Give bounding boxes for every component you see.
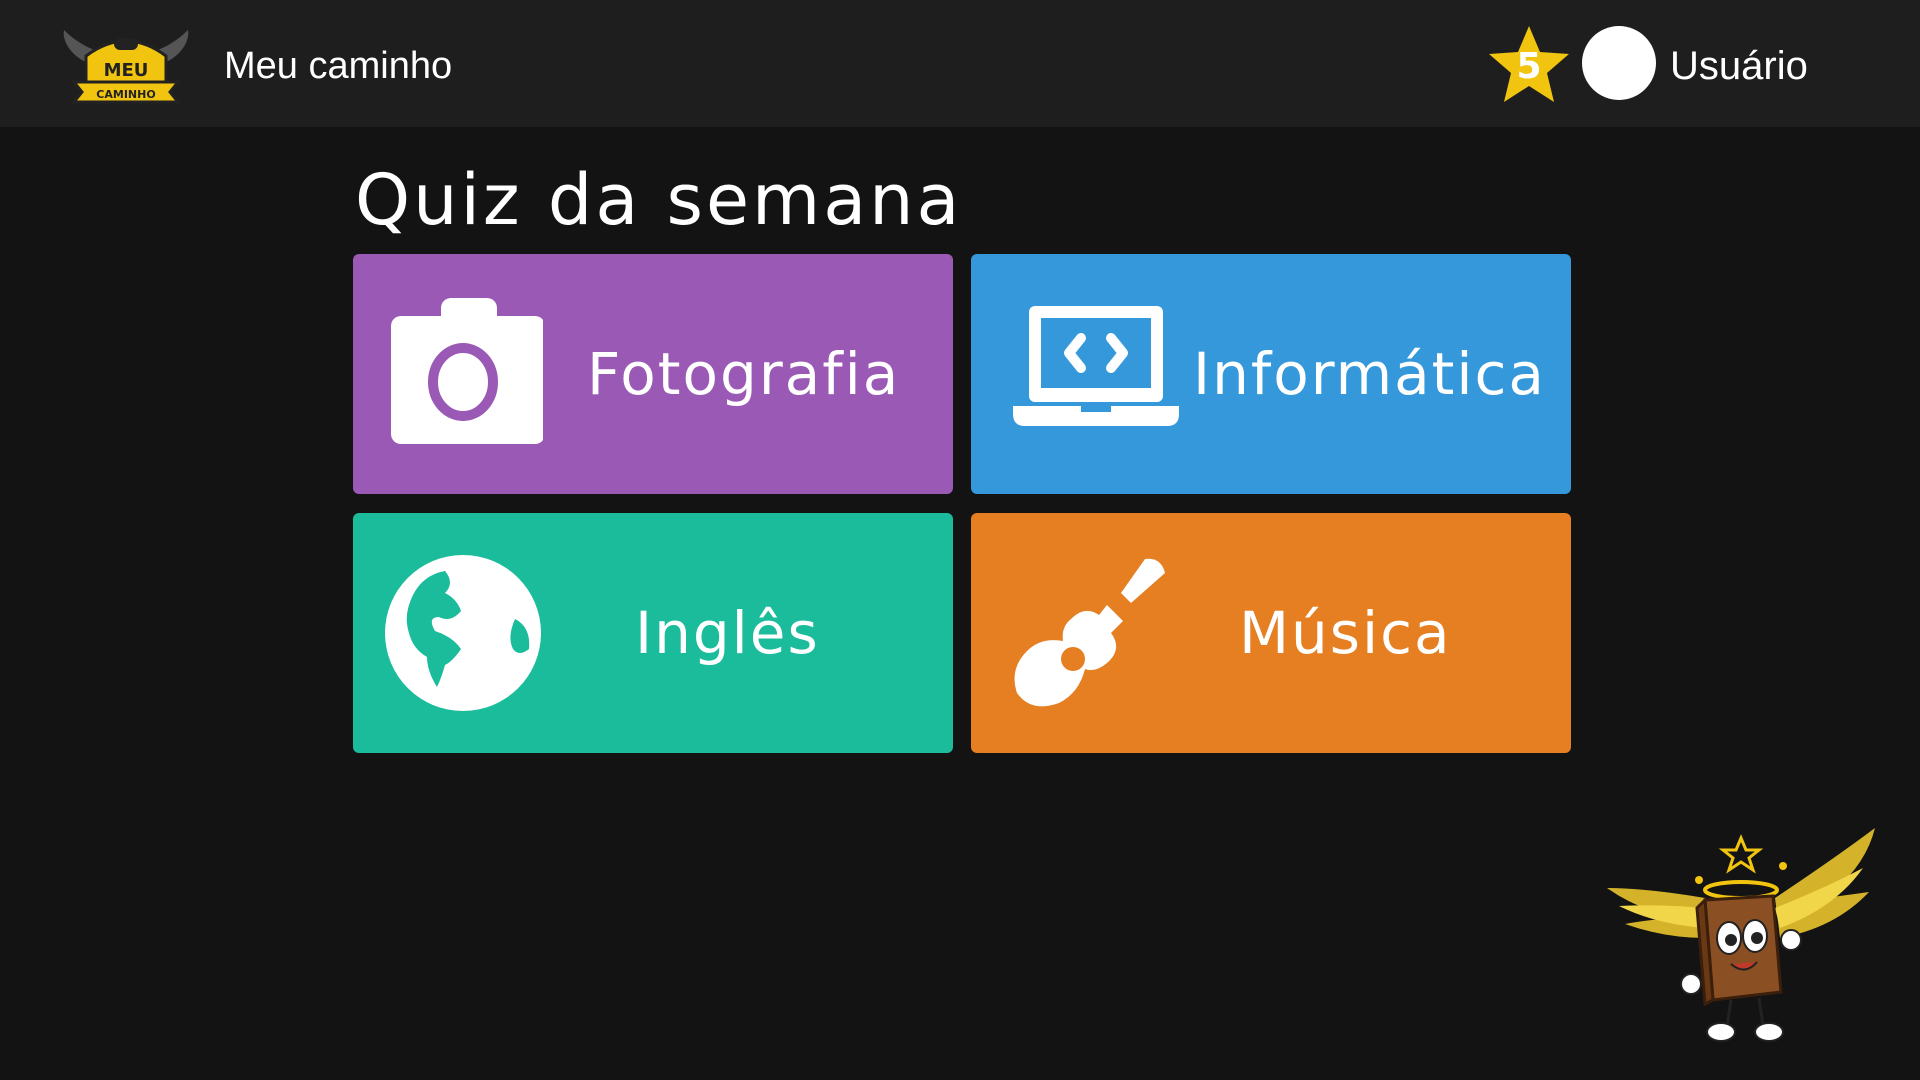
tile-fotografia[interactable]: Fotografia [353,254,953,494]
star-count: 5 [1516,46,1542,87]
tile-label: Música [1239,599,1452,667]
star-badge: 5 [1486,24,1572,104]
user-name[interactable]: Usuário [1670,42,1808,90]
mascot-image [1607,828,1875,1042]
tile-ingles[interactable]: Inglês [353,513,953,753]
globe-icon [385,555,541,711]
camera-icon [391,298,543,444]
avatar[interactable] [1582,26,1656,100]
header-bar: MEU CAMINHO Meu caminho 5 Usuário [0,0,1920,127]
page-title: Quiz da semana [355,159,963,241]
logo[interactable]: MEU CAMINHO [60,26,192,106]
tile-label: Informática [1193,340,1546,408]
tile-musica[interactable]: Música [971,513,1571,753]
tile-informatica[interactable]: Informática [971,254,1571,494]
tile-label: Fotografia [587,340,901,408]
guitar-icon [1014,558,1165,707]
logo-text-top: MEU [104,60,149,81]
tile-label: Inglês [635,599,820,667]
logo-text-bottom: CAMINHO [96,88,155,101]
laptop-code-icon [1013,306,1179,426]
app-title: Meu caminho [224,45,453,87]
